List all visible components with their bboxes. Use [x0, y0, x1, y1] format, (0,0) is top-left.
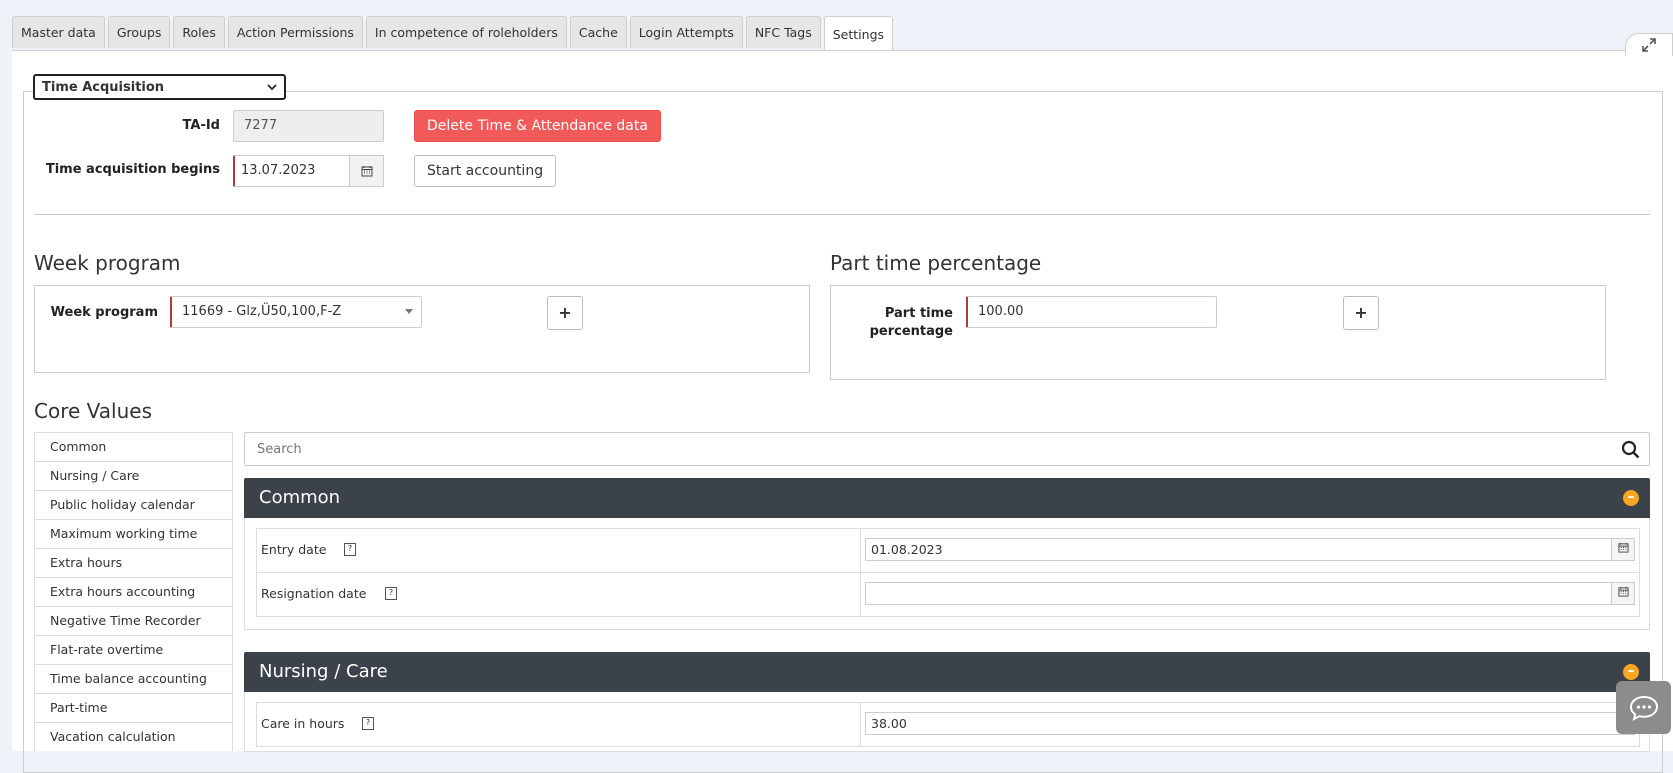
calendar-icon[interactable] [1611, 582, 1635, 605]
row-divider [860, 573, 861, 616]
help-icon[interactable]: ? [385, 587, 397, 600]
nav-item-extra-hours[interactable]: Extra hours [34, 548, 233, 577]
entry-date-field[interactable]: 01.08.2023 [865, 538, 1635, 561]
table-row: Resignation date ? [256, 572, 1640, 617]
nav-item-flat-rate-overtime[interactable]: Flat-rate overtime [34, 635, 233, 664]
tab-action-permissions[interactable]: Action Permissions [227, 16, 363, 48]
week-program-heading: Week program [34, 251, 181, 275]
nursing-care-section-header[interactable]: Nursing / Care – [244, 652, 1650, 692]
common-section-body: Entry date ? 01.08.2023 Resignation date… [244, 518, 1650, 630]
help-icon[interactable]: ? [344, 543, 356, 556]
nav-item-part-time[interactable]: Part-time [34, 693, 233, 722]
table-row: Entry date ? 01.08.2023 [256, 528, 1640, 573]
week-program-box [34, 285, 810, 373]
tab-master-data[interactable]: Master data [12, 16, 105, 48]
part-time-field[interactable]: 100.00 [966, 296, 1217, 328]
nav-item-maximum-working-time[interactable]: Maximum working time [34, 519, 233, 548]
care-in-hours-field[interactable]: 38.00 [865, 712, 1635, 735]
nursing-care-section-body: Care in hours ? 38.00 [244, 692, 1650, 752]
calendar-icon[interactable] [1611, 538, 1635, 561]
tab-roles[interactable]: Roles [173, 16, 225, 48]
section-select[interactable]: Time Acquisition [33, 74, 286, 100]
care-in-hours-label: Care in hours [261, 716, 345, 731]
ta-begins-field[interactable]: 13.07.2023 [233, 155, 350, 187]
add-part-time-button[interactable]: + [1343, 296, 1379, 330]
part-time-heading: Part time percentage [830, 251, 1042, 275]
nav-item-public-holiday-calendar[interactable]: Public holiday calendar [34, 490, 233, 519]
search-icon[interactable] [1621, 440, 1640, 459]
common-section-header[interactable]: Common – [244, 478, 1650, 518]
tab-groups[interactable]: Groups [107, 16, 171, 48]
tab-cache[interactable]: Cache [569, 16, 627, 48]
common-section-title: Common [259, 487, 341, 508]
week-program-select[interactable]: 11669 - Glz,Ü50,100,F-Z [170, 296, 422, 328]
row-divider [860, 703, 861, 746]
tab-bar: Master data Groups Roles Action Permissi… [12, 16, 894, 51]
nav-item-extra-hours-accounting[interactable]: Extra hours accounting [34, 577, 233, 606]
ta-begins-label: Time acquisition begins [45, 162, 220, 177]
tab-login-attempts[interactable]: Login Attempts [629, 16, 743, 48]
tab-in-competence[interactable]: In competence of roleholders [365, 16, 567, 48]
delete-ta-data-button[interactable]: Delete Time & Attendance data [414, 110, 661, 142]
ta-id-label: TA-Id [182, 118, 220, 133]
part-time-label-line1: Part time [884, 306, 953, 321]
nav-item-nursing-care[interactable]: Nursing / Care [34, 461, 233, 490]
part-time-label: Part time percentage [860, 305, 953, 341]
calendar-icon[interactable] [349, 155, 384, 187]
tab-settings[interactable]: Settings [823, 16, 894, 51]
chevron-down-icon [267, 84, 277, 91]
part-time-label-line2: percentage [869, 324, 953, 339]
divider [34, 214, 1650, 215]
chat-button[interactable] [1616, 681, 1671, 734]
tab-nfc-tags[interactable]: NFC Tags [745, 16, 821, 48]
collapse-icon[interactable]: – [1623, 490, 1639, 506]
week-program-label: Week program [50, 305, 158, 320]
resignation-date-label: Resignation date [261, 586, 367, 601]
collapse-icon[interactable]: – [1623, 664, 1639, 680]
core-values-nav: Common Nursing / Care Public holiday cal… [34, 432, 233, 751]
nav-item-vacation-calculation[interactable]: Vacation calculation [34, 722, 233, 751]
caret-down-icon [405, 309, 413, 314]
nursing-care-section-title: Nursing / Care [259, 661, 388, 682]
resignation-date-field[interactable] [865, 582, 1635, 605]
ta-id-field: 7277 [233, 110, 384, 142]
search-placeholder: Search [257, 442, 302, 457]
start-accounting-button[interactable]: Start accounting [414, 155, 557, 187]
add-week-program-button[interactable]: + [547, 296, 583, 330]
nav-item-negative-time-recorder[interactable]: Negative Time Recorder [34, 606, 233, 635]
section-select-value: Time Acquisition [42, 79, 165, 95]
entry-date-label: Entry date [261, 542, 327, 557]
help-icon[interactable]: ? [362, 717, 374, 730]
nav-item-common[interactable]: Common [34, 432, 233, 461]
search-input[interactable]: Search [244, 432, 1650, 466]
table-row: Care in hours ? 38.00 [256, 702, 1640, 747]
row-divider [860, 529, 861, 572]
expand-icon[interactable] [1625, 33, 1673, 56]
nav-item-time-balance-accounting[interactable]: Time balance accounting [34, 664, 233, 693]
week-program-value: 11669 - Glz,Ü50,100,F-Z [182, 304, 342, 319]
core-values-heading: Core Values [34, 399, 152, 423]
chat-icon [1629, 695, 1658, 721]
